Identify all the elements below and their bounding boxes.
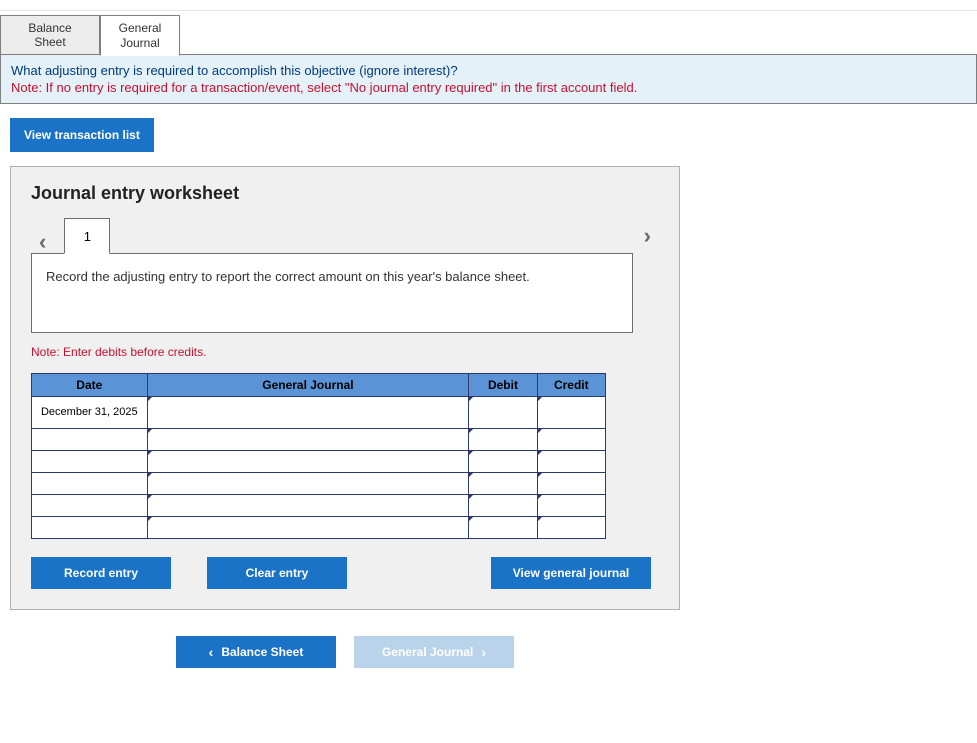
clear-entry-button[interactable]: Clear entry (207, 557, 347, 589)
chevron-right-icon: › (481, 644, 486, 660)
cell-credit-input[interactable] (537, 517, 605, 539)
entry-page-tab[interactable]: 1 (64, 218, 110, 254)
chevron-left-icon: ‹ (209, 644, 214, 660)
worksheet-buttons: Record entry Clear entry View general jo… (31, 557, 651, 589)
cell-date (32, 429, 148, 451)
cell-account-select[interactable] (147, 429, 469, 451)
cell-credit-input[interactable] (537, 473, 605, 495)
question-text: What adjusting entry is required to acco… (11, 63, 966, 78)
top-tabs: Balance Sheet General Journal (0, 15, 977, 55)
table-row (32, 517, 606, 539)
col-header-credit: Credit (537, 374, 605, 397)
debits-before-credits-note: Note: Enter debits before credits. (31, 345, 659, 359)
table-row (32, 473, 606, 495)
cell-date: December 31, 2025 (32, 397, 148, 429)
tab-general-journal[interactable]: General Journal (100, 15, 180, 56)
cell-account-select[interactable] (147, 451, 469, 473)
bottom-nav: ‹ Balance Sheet General Journal › (10, 636, 680, 668)
col-header-debit: Debit (469, 374, 537, 397)
view-transaction-list-button[interactable]: View transaction list (10, 118, 154, 152)
nav-prev-label: Balance Sheet (221, 645, 303, 659)
pager: ‹ 1 › (31, 218, 659, 253)
cell-credit-input[interactable] (537, 451, 605, 473)
instruction-box: Record the adjusting entry to report the… (31, 253, 633, 333)
tab-balance-sheet[interactable]: Balance Sheet (0, 15, 100, 55)
cell-date (32, 517, 148, 539)
table-row (32, 429, 606, 451)
nav-prev-balance-sheet[interactable]: ‹ Balance Sheet (176, 636, 336, 668)
cell-credit-input[interactable] (537, 495, 605, 517)
cell-debit-input[interactable] (469, 473, 537, 495)
cell-debit-input[interactable] (469, 451, 537, 473)
nav-next-general-journal[interactable]: General Journal › (354, 636, 514, 668)
prev-entry-chevron-icon[interactable]: ‹ (31, 231, 54, 253)
cell-credit-input[interactable] (537, 429, 605, 451)
cell-account-select[interactable] (147, 473, 469, 495)
cell-date (32, 473, 148, 495)
record-entry-button[interactable]: Record entry (31, 557, 171, 589)
cell-date (32, 495, 148, 517)
worksheet-title: Journal entry worksheet (31, 183, 659, 204)
nav-next-label: General Journal (382, 645, 473, 659)
table-row (32, 495, 606, 517)
cell-debit-input[interactable] (469, 495, 537, 517)
cell-account-select[interactable] (147, 397, 469, 429)
cell-debit-input[interactable] (469, 517, 537, 539)
col-header-date: Date (32, 374, 148, 397)
cell-debit-input[interactable] (469, 429, 537, 451)
cell-account-select[interactable] (147, 517, 469, 539)
cell-debit-input[interactable] (469, 397, 537, 429)
table-row (32, 451, 606, 473)
cell-date (32, 451, 148, 473)
question-note: Note: If no entry is required for a tran… (11, 80, 966, 95)
worksheet-panel: Journal entry worksheet ‹ 1 › Record the… (10, 166, 680, 610)
next-entry-chevron-icon[interactable]: › (636, 225, 659, 247)
journal-entry-table: Date General Journal Debit Credit Decemb… (31, 373, 606, 539)
view-general-journal-button[interactable]: View general journal (491, 557, 651, 589)
cell-credit-input[interactable] (537, 397, 605, 429)
cell-account-select[interactable] (147, 495, 469, 517)
info-panel: What adjusting entry is required to acco… (0, 54, 977, 104)
col-header-general-journal: General Journal (147, 374, 469, 397)
table-row: December 31, 2025 (32, 397, 606, 429)
